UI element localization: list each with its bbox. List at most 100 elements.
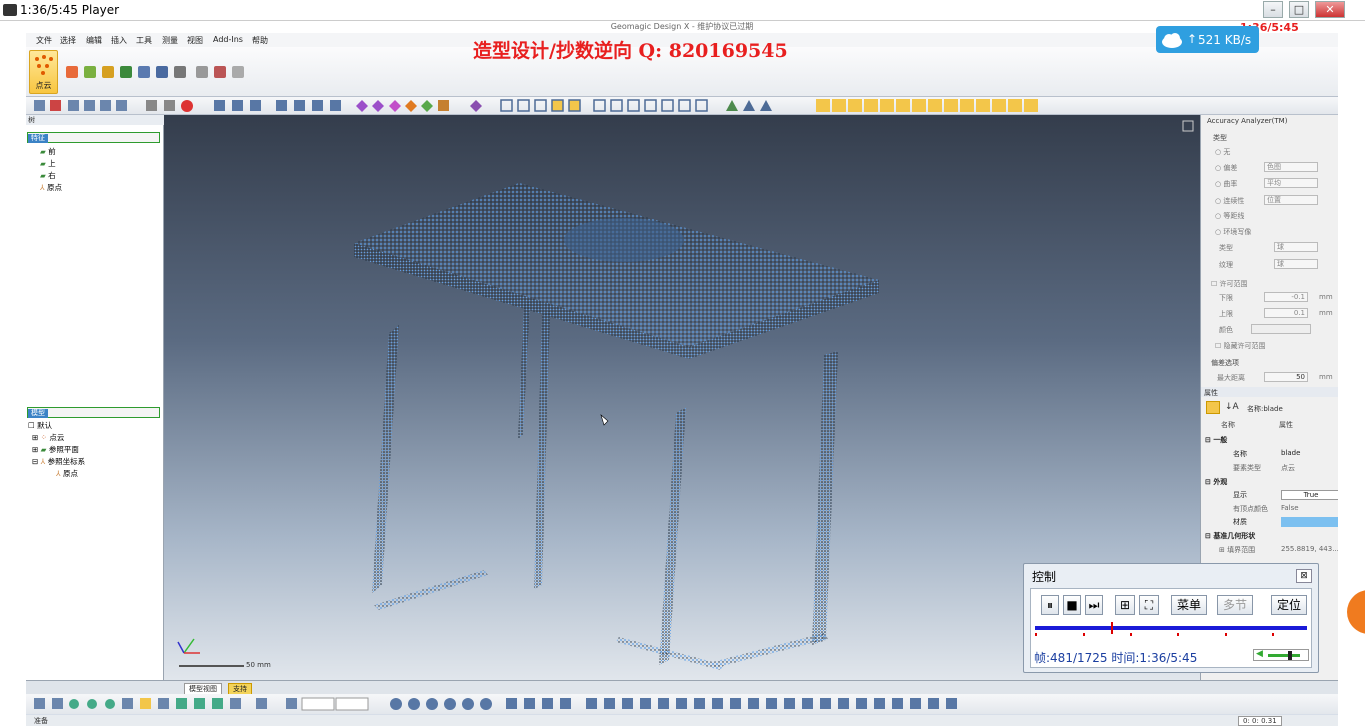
next-frame-button[interactable]: ⏭ — [1085, 595, 1103, 615]
color-swatch[interactable] — [1251, 324, 1311, 334]
sort-alpha-icon[interactable]: ↓A — [1225, 402, 1239, 412]
tree-item-ref-coord[interactable]: ⊟ ⅄ 参照坐标系 — [32, 456, 85, 467]
prop-group-general[interactable]: ⊟ 一般 — [1205, 435, 1338, 445]
tree-item-origin[interactable]: ⅄ 原点 — [40, 182, 62, 193]
minimize-button[interactable]: – — [1263, 1, 1283, 18]
texture-label: 纹理 — [1219, 261, 1233, 269]
opt-env-map[interactable]: ○ 环境写像 — [1215, 227, 1251, 237]
menu-tools[interactable]: 工具 — [136, 35, 152, 46]
tree-item-ref-plane[interactable]: ⊞ ▰ 参照平面 — [32, 444, 79, 455]
close-button[interactable]: ✕ — [1315, 1, 1345, 18]
prop-material-row[interactable]: 材质 — [1205, 517, 1341, 527]
tree-item-origin-2[interactable]: ⅄ 原点 — [56, 468, 78, 479]
pause-button[interactable]: ⏸ — [1041, 595, 1059, 615]
lower-input[interactable]: -0.1 — [1264, 292, 1308, 302]
base-edge-3 — [709, 633, 828, 668]
upper-input[interactable]: 0.1 — [1264, 308, 1308, 318]
ribbon-tool-2[interactable] — [84, 66, 96, 78]
ribbon-tool-8[interactable] — [196, 66, 208, 78]
volume-thumb[interactable] — [1288, 651, 1292, 660]
speaker-icon: ◀ — [1256, 649, 1263, 659]
volume-slider[interactable]: ◀ — [1253, 649, 1309, 661]
point-cloud-button[interactable]: 点云 — [29, 50, 58, 94]
menu-file[interactable]: 文件 — [36, 35, 52, 46]
opt-curvature[interactable]: ○ 曲率 — [1215, 179, 1237, 189]
tree-item-top[interactable]: ▰ 上 — [40, 158, 56, 169]
bottom-toolbar-icons — [34, 697, 957, 711]
tree-item-point-cloud[interactable]: ⊞ ⁘ 点云 — [32, 432, 64, 443]
opt-deviation[interactable]: ○ 偏差 — [1215, 163, 1237, 173]
prop-group-geom[interactable]: ⊟ 基准几何形状 — [1205, 531, 1338, 541]
texture-select[interactable]: 球 — [1274, 259, 1318, 269]
ribbon-tool-3[interactable] — [102, 66, 114, 78]
curvature-select[interactable]: 平均 — [1264, 178, 1318, 188]
continuity-select[interactable]: 位置 — [1264, 195, 1318, 205]
properties-name-header: 名称:blade — [1247, 405, 1283, 413]
menu-help[interactable]: 帮助 — [252, 35, 268, 46]
prop-color-row: 有顶点颜色 False — [1233, 504, 1299, 513]
status-time: 0: 0: 0.31 — [1238, 716, 1282, 726]
upper-label: 上限 — [1219, 310, 1233, 318]
stop-button[interactable]: ■ — [1063, 595, 1081, 615]
multi-section-button[interactable]: 多节 — [1217, 595, 1253, 615]
speed-badge: ↑ 521 KB/s — [1156, 26, 1259, 53]
locate-button[interactable]: 定位 — [1271, 595, 1307, 615]
ribbon-tool-9[interactable] — [214, 66, 226, 78]
type2-select[interactable]: 球 — [1274, 242, 1318, 252]
ribbon-tool-1[interactable] — [66, 66, 78, 78]
max-distance-label: 最大距离 — [1217, 374, 1245, 382]
menu-view[interactable]: 视图 — [187, 35, 203, 46]
viewport-maximize-icon[interactable] — [1182, 120, 1194, 132]
ribbon-tool-4[interactable] — [120, 66, 132, 78]
ribbon-tool-10[interactable] — [232, 66, 244, 78]
maximize-button[interactable]: □ — [1289, 1, 1309, 18]
status-bar: 准备 0: 0: 0.31 — [26, 715, 1338, 726]
type2-label: 类型 — [1219, 244, 1233, 252]
opt-continuity[interactable]: ○ 连续性 — [1215, 196, 1244, 206]
seek-bar[interactable] — [1035, 622, 1307, 634]
deviation-select[interactable]: 色图 — [1264, 162, 1318, 172]
properties-header: 属性 — [1201, 387, 1339, 397]
control-close-button[interactable]: ⊠ — [1296, 569, 1312, 583]
max-distance-unit: mm — [1319, 373, 1333, 381]
prop-type-row: 要素类型 点云 — [1233, 464, 1295, 472]
accuracy-analyzer-title: Accuracy Analyzer(TM) — [1207, 117, 1288, 125]
axis-triad-icon — [177, 638, 200, 654]
hide-tolerance-checkbox[interactable]: ☐ 隐藏许可范围 — [1215, 341, 1266, 351]
model-tree-header[interactable]: 模型 — [27, 407, 160, 418]
plane-icon: ▰ — [40, 159, 46, 168]
prop-name-row: 名称 blade — [1233, 449, 1301, 458]
upload-arrow-icon: ↑ — [1187, 32, 1198, 46]
cloud-icon — [1162, 33, 1182, 48]
max-distance-input[interactable]: 50 — [1264, 372, 1308, 382]
point-cloud-tree-icon: ⁘ — [40, 433, 47, 442]
base-edge-1 — [374, 570, 488, 610]
leg-1 — [372, 325, 399, 593]
tree-item-right[interactable]: ▰ 右 — [40, 170, 56, 181]
bottom-toolbar — [26, 694, 1338, 714]
fit-window-button[interactable]: ⊞ — [1115, 595, 1135, 615]
menu-edit[interactable]: 编辑 — [86, 35, 102, 46]
mouse-cursor — [600, 414, 609, 426]
sort-category-icon[interactable] — [1206, 401, 1220, 414]
prop-show-row[interactable]: 显示 True — [1205, 490, 1341, 500]
opt-isoline[interactable]: ○ 等距线 — [1215, 211, 1244, 221]
menu-measure[interactable]: 测量 — [162, 35, 178, 46]
ribbon-tool-7[interactable] — [174, 66, 186, 78]
menu-button[interactable]: 菜单 — [1171, 595, 1207, 615]
prop-group-appearance[interactable]: ⊟ 外观 — [1205, 477, 1338, 487]
tree-item-front[interactable]: ▰ 前 — [40, 146, 56, 157]
opt-none[interactable]: ○ 无 — [1215, 147, 1230, 157]
prop-columns: 名称 属性 — [1221, 421, 1293, 429]
feature-tree-header[interactable]: 特征 — [27, 132, 160, 143]
menu-addins[interactable]: Add-Ins — [213, 35, 243, 44]
fullscreen-button[interactable]: ⛶ — [1139, 595, 1159, 615]
menu-select[interactable]: 选择 — [60, 35, 76, 46]
tree-item-default[interactable]: ☐ 默认 — [28, 420, 52, 431]
plane-icon: ▰ — [40, 445, 47, 454]
tolerance-checkbox[interactable]: ☐ 许可范围 — [1211, 279, 1248, 289]
menu-insert[interactable]: 插入 — [111, 35, 127, 46]
ribbon-tool-6[interactable] — [156, 66, 168, 78]
ribbon-tool-5[interactable] — [138, 66, 150, 78]
player-title: 1:36/5:45 Player — [20, 3, 120, 17]
